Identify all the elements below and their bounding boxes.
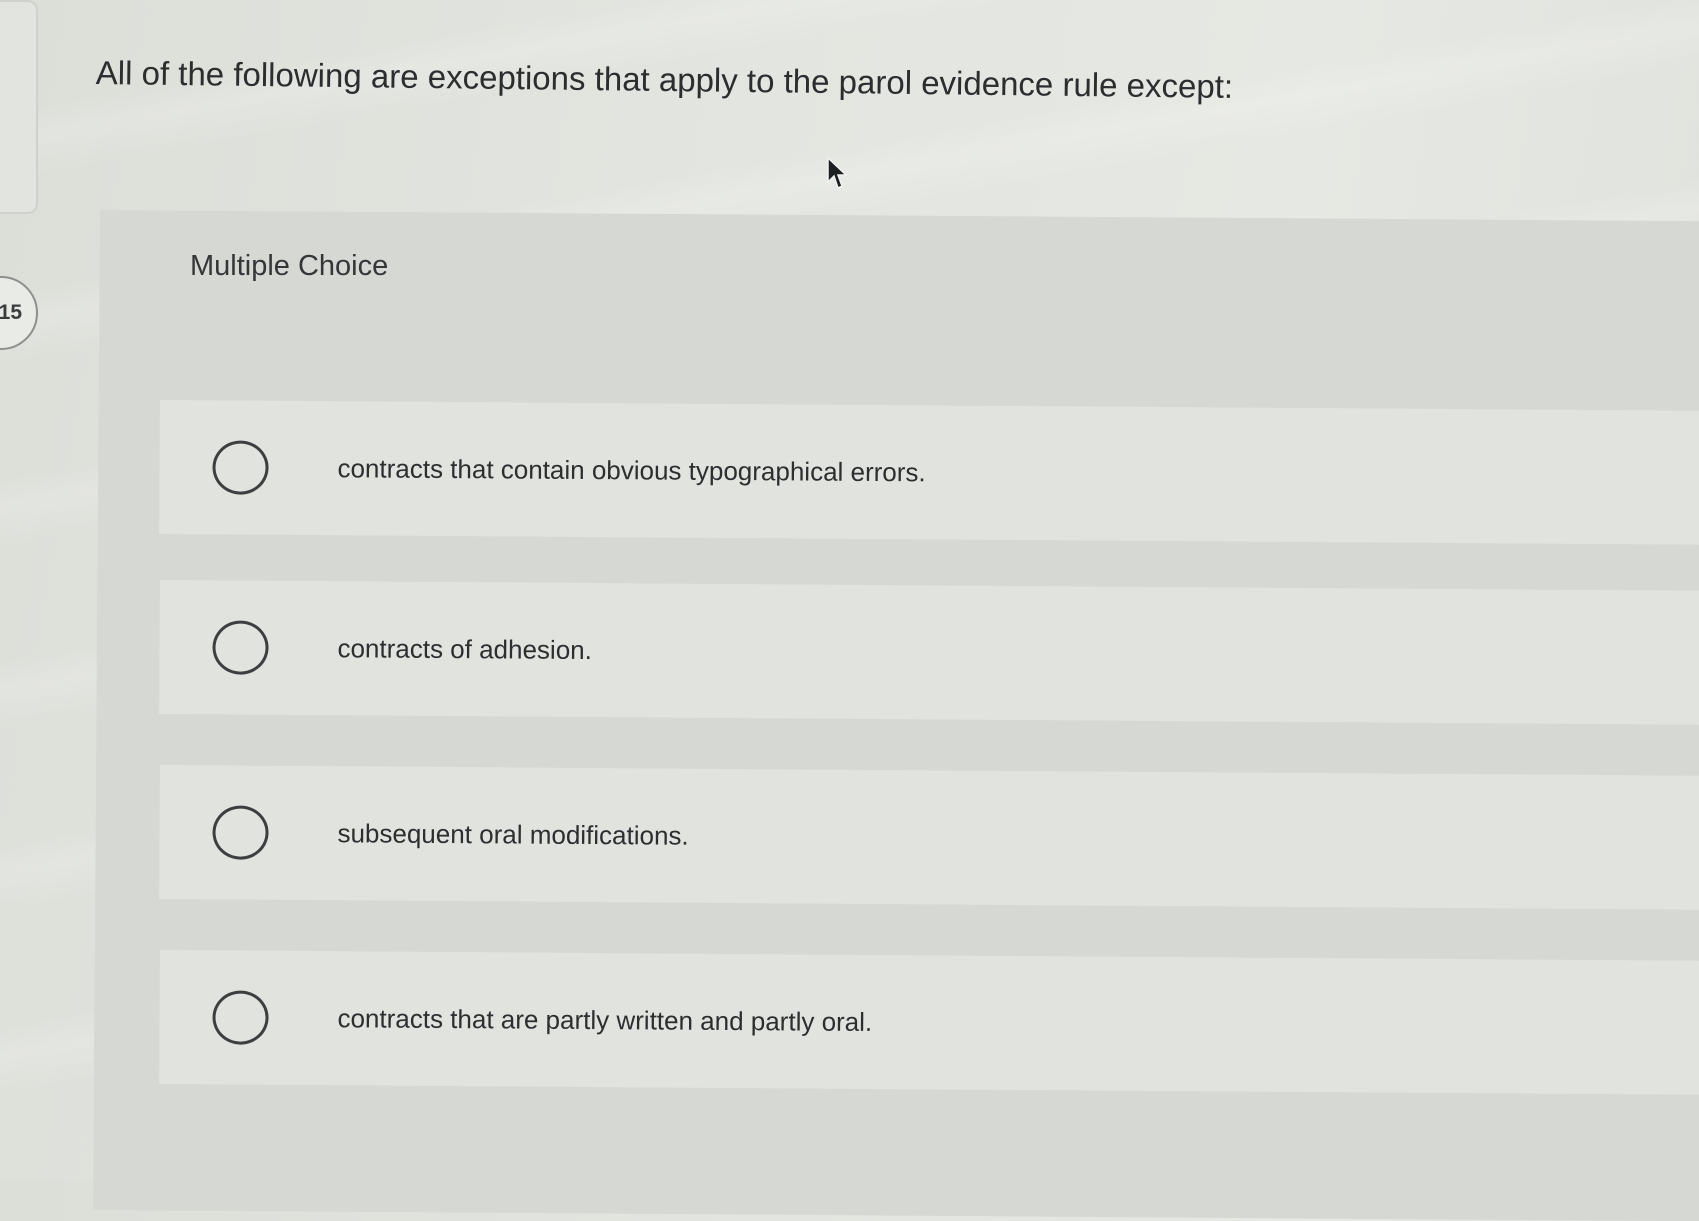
answer-option-4-label: contracts that are partly written and pa… — [337, 1002, 873, 1037]
question-type-label: Multiple Choice — [190, 250, 389, 282]
answer-option-2-label: contracts of adhesion. — [337, 632, 593, 665]
side-panel-edge — [0, 0, 38, 214]
mouse-cursor-icon — [827, 156, 848, 190]
answer-option-4[interactable]: contracts that are partly written and pa… — [159, 950, 1699, 1095]
question-prompt: All of the following are exceptions that… — [95, 54, 1234, 105]
answer-option-2[interactable]: contracts of adhesion. — [159, 580, 1699, 725]
radio-button-2[interactable] — [212, 620, 269, 675]
question-number: 15 — [0, 301, 22, 324]
question-number-badge: 15 — [0, 276, 38, 350]
radio-button-1[interactable] — [212, 440, 269, 495]
answer-option-3[interactable]: subsequent oral modifications. — [159, 765, 1699, 910]
answer-option-1[interactable]: contracts that contain obvious typograph… — [159, 400, 1699, 545]
radio-button-3[interactable] — [212, 805, 269, 860]
answer-option-3-label: subsequent oral modifications. — [337, 817, 689, 851]
answer-option-1-label: contracts that contain obvious typograph… — [337, 452, 926, 487]
radio-button-4[interactable] — [212, 990, 269, 1045]
